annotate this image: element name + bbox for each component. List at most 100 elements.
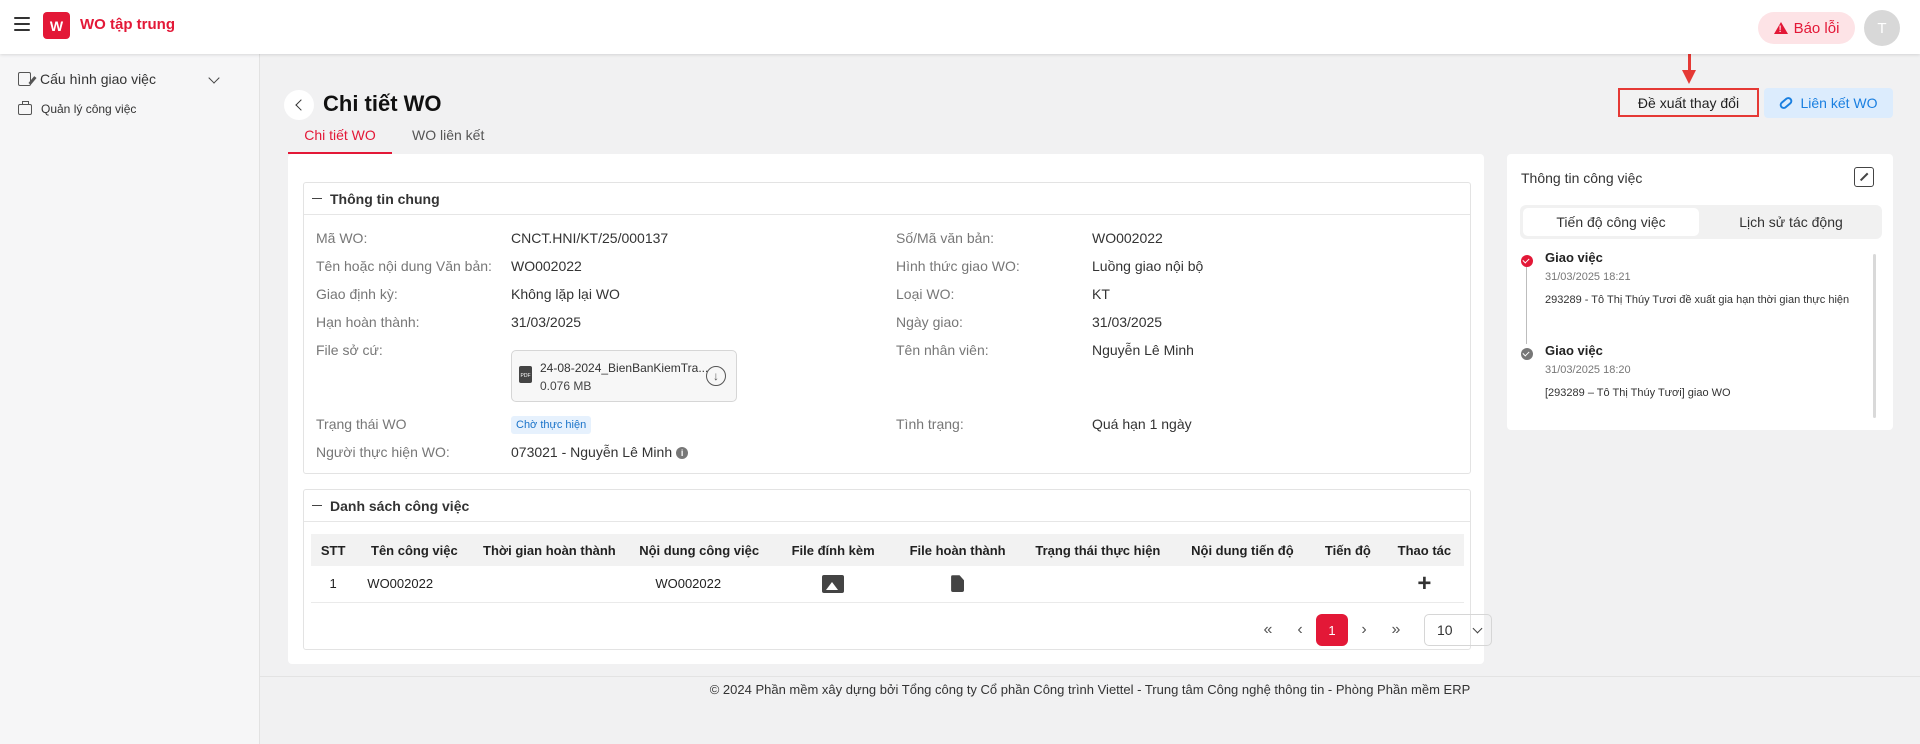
collapse-icon[interactable] — [312, 504, 322, 507]
panel-scrollbar[interactable] — [1873, 254, 1876, 418]
attachment-file[interactable]: PDF 24-08-2024_BienBanKiemTra... 0.076 M… — [511, 350, 737, 402]
timeline-title: Giao việc — [1545, 250, 1603, 265]
chevron-down-icon[interactable] — [208, 72, 220, 84]
field-value-deadline: 31/03/2025 — [511, 314, 582, 330]
app-logo[interactable]: W — [43, 12, 70, 39]
footer-text: © 2024 Phần mềm xây dựng bởi Tổng công t… — [709, 682, 1471, 697]
field-value-assignee: 073021 - Nguyễn Lê Minh i — [511, 444, 689, 460]
task-list-section: Danh sách công việc STT Tên công việc Th… — [303, 489, 1492, 650]
timeline-time: 31/03/2025 18:20 — [1545, 364, 1631, 376]
column-header: Tên công việc — [355, 534, 474, 566]
propose-change-button[interactable]: Đề xuất thay đổi — [1618, 88, 1759, 117]
document-icon[interactable] — [951, 575, 965, 593]
column-header: Nội dung công việc — [625, 534, 773, 566]
field-value-employee: Nguyễn Lê Minh — [1092, 342, 1194, 358]
report-bug-button[interactable]: Báo lỗi — [1758, 12, 1855, 44]
file-size: 0.076 MB — [540, 379, 592, 393]
image-icon[interactable] — [822, 574, 845, 593]
timeline-desc: 293289 - Tô Thị Thúy Tươi đề xuất gia hạ… — [1545, 294, 1850, 306]
field-value-wo-type: KT — [1092, 286, 1110, 302]
tab-wo-detail[interactable]: Chi tiết WO — [288, 127, 392, 154]
column-header: File hoàn thành — [893, 534, 1022, 566]
panel-title: Thông tin công việc — [1521, 170, 1643, 186]
cell-task-name: WO002022 — [355, 566, 474, 603]
pdf-file-icon: PDF — [519, 366, 532, 383]
task-table: STT Tên công việc Thời gian hoàn thành N… — [311, 534, 1464, 603]
annotation-arrow-head — [1682, 70, 1696, 84]
add-icon[interactable]: + — [1417, 570, 1431, 597]
cell-actions: + — [1384, 566, 1464, 603]
cell-task-content: WO002022 — [625, 566, 773, 603]
field-value-doc-number: WO002022 — [1092, 230, 1163, 246]
status-badge: Chờ thực hiện — [511, 416, 592, 434]
column-header: File đính kèm — [773, 534, 894, 566]
wo-detail-card: Thông tin chung Mã WO: CNCT.HNI/KT/25/00… — [288, 154, 1492, 664]
section-header[interactable]: Thông tin chung — [304, 183, 1470, 215]
pagination: « ‹ 1 › » 10 — [1252, 614, 1492, 646]
field-label: Hạn hoàn thành: — [316, 314, 420, 330]
last-page-button[interactable]: » — [1380, 614, 1412, 646]
info-icon[interactable]: i — [676, 447, 689, 459]
timeline-time: 31/03/2025 18:21 — [1545, 271, 1631, 283]
section-header[interactable]: Danh sách công việc — [304, 490, 1470, 522]
column-header: Thao tác — [1384, 534, 1464, 566]
column-header: Thời gian hoàn thành — [473, 534, 626, 566]
field-value-assign-date: 31/03/2025 — [1092, 314, 1163, 330]
sidebar-item-task-management[interactable]: Quản lý công việc — [18, 100, 136, 116]
cell-progress-content — [1173, 566, 1311, 603]
prev-page-button[interactable]: ‹ — [1284, 614, 1316, 646]
link-wo-button[interactable]: Liên kết WO — [1764, 88, 1893, 118]
tab-linked-wo[interactable]: WO liên kết — [412, 127, 484, 143]
column-header: Tiến độ — [1310, 534, 1385, 566]
timeline-item: Giao việc 31/03/2025 18:21 293289 - Tô T… — [1545, 250, 1875, 311]
first-page-button[interactable]: « — [1252, 614, 1284, 646]
field-label: Tên nhân viên: — [896, 342, 989, 358]
field-label: Tình trạng: — [896, 416, 964, 432]
check-circle-icon — [1521, 348, 1533, 360]
page-size-select[interactable]: 10 — [1424, 614, 1492, 646]
cell-progress — [1310, 566, 1385, 603]
page-title: Chi tiết WO — [323, 91, 442, 116]
collapse-icon[interactable] — [312, 197, 322, 200]
top-bar: W WO tập trung Báo lỗi T — [0, 0, 1920, 54]
download-icon[interactable]: ↓ — [706, 366, 726, 386]
timeline-title: Giao việc — [1545, 343, 1603, 358]
section-title: Danh sách công việc — [330, 497, 470, 514]
timeline-line — [1526, 264, 1527, 344]
panel-tabs: Tiến độ công việc Lịch sử tác động — [1520, 205, 1882, 239]
chevron-down-icon — [1472, 623, 1483, 633]
page-size-value: 10 — [1437, 622, 1453, 638]
column-header: Nội dung tiến độ — [1173, 534, 1311, 566]
table-row[interactable]: 1 WO002022 WO002022 + — [311, 566, 1464, 603]
field-value-periodic: Không lặp lại WO — [511, 286, 620, 302]
menu-icon[interactable] — [14, 17, 30, 31]
cell-status — [1021, 566, 1174, 603]
user-avatar[interactable]: T — [1864, 10, 1900, 46]
cell-completion-time — [473, 566, 626, 603]
app-title[interactable]: WO tập trung — [80, 16, 175, 33]
next-page-button[interactable]: › — [1348, 614, 1380, 646]
collapse-panel-icon[interactable] — [1854, 167, 1874, 187]
field-label: Người thực hiện WO: — [316, 444, 450, 460]
section-title: Thông tin chung — [330, 190, 440, 207]
field-label: Trạng thái WO — [316, 416, 407, 432]
field-value-wo-code: CNCT.HNI/KT/25/000137 — [511, 230, 669, 246]
back-button[interactable] — [284, 90, 314, 120]
cell-completed-file — [893, 566, 1022, 603]
report-bug-label: Báo lỗi — [1793, 19, 1840, 37]
sidebar: Cấu hình giao việc Quản lý công việc — [0, 54, 260, 744]
warning-icon — [1773, 22, 1788, 34]
timeline-item: Giao việc 31/03/2025 18:20 [293289 – Tô … — [1545, 343, 1875, 404]
field-label: Giao định kỳ: — [316, 286, 398, 302]
field-label: Mã WO: — [316, 230, 368, 246]
tab-history[interactable]: Lịch sử tác động — [1703, 208, 1879, 236]
page-number-button[interactable]: 1 — [1316, 614, 1348, 646]
field-label: File sở cứ: — [316, 342, 383, 358]
field-label: Ngày giao: — [896, 314, 963, 330]
briefcase-icon — [18, 100, 32, 115]
tab-progress[interactable]: Tiến độ công việc — [1523, 208, 1699, 236]
check-circle-icon — [1521, 255, 1533, 267]
assignee-text: 073021 - Nguyễn Lê Minh — [511, 444, 673, 460]
field-label: Loại WO: — [896, 286, 955, 302]
sidebar-item-task-config[interactable]: Cấu hình giao việc — [18, 71, 156, 87]
